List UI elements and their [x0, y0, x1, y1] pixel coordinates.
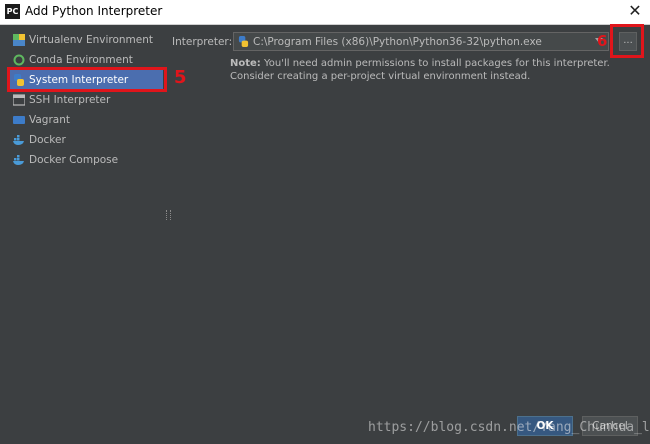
close-button[interactable]: ✕	[626, 1, 644, 21]
docker-compose-icon	[13, 155, 24, 165]
annotation-box-5	[7, 67, 167, 92]
sidebar-item-docker[interactable]: Docker	[8, 130, 163, 150]
virtualenv-icon	[13, 34, 25, 46]
sidebar-item-label: Virtualenv Environment	[29, 34, 154, 46]
watermark-text: https://blog.csdn.net/Yang_Chunhua_lin	[368, 420, 650, 435]
sidebar-item-docker-compose[interactable]: Docker Compose	[8, 150, 163, 170]
title-bar: PC Add Python Interpreter ✕	[0, 0, 650, 25]
python-icon	[238, 36, 249, 47]
sidebar-item-label: SSH Interpreter	[29, 94, 111, 106]
annotation-marker-5: 5	[174, 67, 187, 88]
sidebar-item-label: Vagrant	[29, 114, 70, 126]
interpreter-select[interactable]: C:\Program Files (x86)\Python\Python36-3…	[233, 32, 609, 51]
sidebar-item-label: Docker	[29, 134, 66, 146]
interpreter-path: C:\Program Files (x86)\Python\Python36-3…	[253, 35, 542, 48]
conda-icon	[13, 54, 25, 66]
admin-permission-note: Note: You'll need admin permissions to i…	[230, 57, 630, 83]
sidebar-item-label: Docker Compose	[29, 154, 119, 166]
note-bold-label: Note:	[230, 58, 261, 69]
annotation-marker-6: 6	[597, 32, 608, 50]
panel-splitter-handle[interactable]	[166, 210, 171, 220]
interpreter-label: Interpreter:	[172, 36, 233, 48]
add-python-interpreter-dialog: PC Add Python Interpreter ✕ Virtualenv E…	[0, 0, 650, 444]
window-title: Add Python Interpreter	[25, 4, 163, 18]
sidebar-item-label: Conda Environment	[29, 54, 133, 66]
vagrant-icon	[13, 116, 25, 124]
ssh-icon	[13, 94, 25, 106]
sidebar-item-ssh[interactable]: SSH Interpreter	[8, 90, 163, 110]
sidebar-item-vagrant[interactable]: Vagrant	[8, 110, 163, 130]
note-text: You'll need admin permissions to install…	[230, 58, 610, 82]
pycharm-app-icon: PC	[5, 4, 20, 19]
annotation-box-6	[610, 24, 644, 58]
sidebar-item-virtualenv[interactable]: Virtualenv Environment	[8, 30, 163, 50]
docker-icon	[13, 135, 24, 145]
